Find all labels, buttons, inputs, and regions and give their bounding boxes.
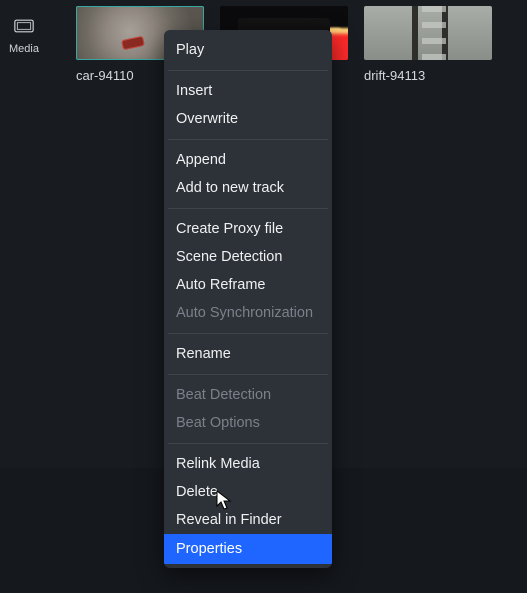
media-tab[interactable]: Media [0,0,48,55]
menu-reveal-in-finder[interactable]: Reveal in Finder [164,506,332,534]
clip-caption: drift-94113 [364,68,492,83]
menu-beat-detection: Beat Detection [164,381,332,409]
menu-append[interactable]: Append [164,146,332,174]
clip-item[interactable]: drift-94113 [364,6,492,83]
menu-separator [168,208,328,209]
media-icon [14,18,34,39]
menu-separator [168,333,328,334]
menu-play[interactable]: Play [164,36,332,64]
clip-thumbnail [364,6,492,60]
menu-add-to-new-track[interactable]: Add to new track [164,174,332,202]
menu-properties[interactable]: Properties [164,534,332,564]
menu-separator [168,139,328,140]
menu-separator [168,374,328,375]
menu-insert[interactable]: Insert [164,77,332,105]
menu-auto-reframe[interactable]: Auto Reframe [164,271,332,299]
menu-relink-media[interactable]: Relink Media [164,450,332,478]
menu-separator [168,70,328,71]
menu-separator [168,443,328,444]
menu-scene-detection[interactable]: Scene Detection [164,243,332,271]
sidebar: Media [0,0,48,70]
menu-auto-sync: Auto Synchronization [164,299,332,327]
menu-create-proxy[interactable]: Create Proxy file [164,215,332,243]
context-menu: Play Insert Overwrite Append Add to new … [164,30,332,568]
menu-overwrite[interactable]: Overwrite [164,105,332,133]
menu-delete[interactable]: Delete [164,478,332,506]
menu-beat-options: Beat Options [164,409,332,437]
media-tab-label: Media [9,43,39,55]
menu-rename[interactable]: Rename [164,340,332,368]
